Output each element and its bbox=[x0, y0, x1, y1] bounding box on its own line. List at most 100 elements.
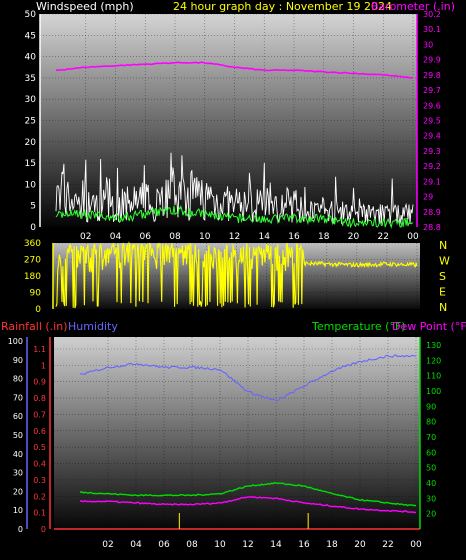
baro-y-tick-label: 29.1 bbox=[423, 177, 441, 186]
barometer-title: Barometer (.in) bbox=[371, 0, 455, 13]
x-tick-label: 14 bbox=[259, 232, 271, 242]
compass-letter: N bbox=[439, 301, 447, 314]
graph-date-title: 24 hour graph day : November 19 2024 bbox=[173, 0, 392, 13]
x-tick-label: 04 bbox=[110, 232, 122, 242]
x-tick-label: 10 bbox=[214, 540, 226, 550]
dir-y-tick-label: 270 bbox=[24, 256, 41, 266]
dir-y-tick-label: 90 bbox=[30, 289, 42, 299]
x-tick-label: 18 bbox=[326, 540, 338, 550]
baro-y-tick-label: 29.6 bbox=[423, 101, 441, 110]
x-tick-label: 00 bbox=[407, 232, 419, 242]
dir-y-tick-label: 0 bbox=[35, 305, 41, 315]
weather-graph-canvas: Windspeed (mph) 24 hour graph day : Nove… bbox=[0, 0, 466, 555]
wind-y-tick-label: 5 bbox=[30, 202, 36, 212]
x-tick-label: 14 bbox=[270, 540, 282, 550]
wind-y-tick-label: 15 bbox=[25, 159, 36, 169]
x-tick-label: 22 bbox=[382, 540, 393, 550]
temp-y-tick-label: 50 bbox=[426, 464, 436, 473]
temp-y-tick-label: 70 bbox=[426, 433, 436, 442]
rain-y-tick-label: 0.4 bbox=[33, 460, 46, 469]
x-tick-label: 04 bbox=[130, 540, 142, 550]
compass-letter: W bbox=[439, 255, 450, 268]
wind-y-tick-label: 45 bbox=[25, 31, 36, 41]
baro-y-tick-label: 29 bbox=[423, 193, 433, 202]
compass-letter: E bbox=[439, 286, 446, 299]
humidity-y-tick-label: 80 bbox=[13, 375, 23, 384]
humidity-y-tick-label: 20 bbox=[13, 487, 23, 496]
temp-y-tick-label: 130 bbox=[426, 341, 441, 350]
baro-y-tick-label: 29.9 bbox=[423, 56, 441, 65]
temp-y-tick-label: 20 bbox=[426, 510, 436, 519]
x-tick-label: 16 bbox=[288, 232, 300, 242]
humidity-y-tick-label: 10 bbox=[13, 506, 23, 515]
baro-y-tick-label: 30.2 bbox=[423, 10, 441, 19]
rain-y-tick-label: 0.3 bbox=[33, 476, 46, 485]
compass-letter: N bbox=[439, 239, 447, 252]
temp-y-tick-label: 110 bbox=[426, 372, 441, 381]
compass-labels: NWSEN bbox=[439, 239, 450, 314]
weather-graph-svg: Windspeed (mph) 24 hour graph day : Nove… bbox=[1, 0, 466, 550]
wind-y-tick-label: 10 bbox=[25, 180, 37, 190]
wind-y-tick-label: 0 bbox=[30, 223, 36, 233]
baro-y-tick-label: 29.7 bbox=[423, 86, 441, 95]
wind-y-tick-label: 30 bbox=[25, 95, 37, 105]
baro-y-tick-label: 29.8 bbox=[423, 71, 441, 80]
temp-y-tick-label: 100 bbox=[426, 387, 441, 396]
baro-y-tick-label: 30.1 bbox=[423, 25, 441, 34]
rain-y-tick-label: 1.1 bbox=[33, 345, 46, 354]
humidity-y-tick-label: 50 bbox=[13, 431, 23, 440]
x-tick-label: 16 bbox=[298, 540, 310, 550]
temp-y-tick-label: 40 bbox=[426, 479, 436, 488]
baro-y-tick-label: 29.2 bbox=[423, 162, 441, 171]
x-tick-label: 02 bbox=[102, 540, 113, 550]
humidity-y-tick-label: 60 bbox=[13, 412, 23, 421]
x-tick-label: 20 bbox=[348, 232, 360, 242]
wind-y-tick-label: 25 bbox=[25, 117, 36, 127]
baro-y-tick-label: 30 bbox=[423, 40, 433, 49]
x-tick-label: 06 bbox=[140, 232, 152, 242]
rain-y-tick-label: 0.1 bbox=[33, 509, 46, 518]
wind-y-tick-label: 50 bbox=[25, 10, 37, 20]
wind-title: Windspeed (mph) bbox=[36, 0, 134, 13]
temp-y-tick-label: 120 bbox=[426, 356, 441, 365]
dir-y-tick-label: 180 bbox=[24, 272, 41, 282]
rain-y-tick-label: 0.9 bbox=[33, 378, 46, 387]
humidity-y-tick-label: 30 bbox=[13, 469, 23, 478]
rain-y-tick-label: 0.5 bbox=[33, 443, 46, 452]
dewpoint-label: Dew Point (°F) bbox=[392, 320, 466, 333]
temp-y-tick-label: 80 bbox=[426, 418, 436, 427]
humidity-y-tick-label: 0 bbox=[18, 525, 23, 534]
temp-y-tick-label: 90 bbox=[426, 402, 436, 411]
rain-y-tick-label: 0.8 bbox=[33, 394, 46, 403]
baro-y-tick-label: 29.4 bbox=[423, 132, 441, 141]
rain-y-tick-label: 1 bbox=[41, 361, 46, 370]
rain-y-tick-label: 0.2 bbox=[33, 492, 46, 501]
x-tick-label: 00 bbox=[410, 540, 422, 550]
rain-y-tick-label: 0.6 bbox=[33, 427, 46, 436]
humidity-y-tick-label: 100 bbox=[8, 337, 23, 346]
baro-y-tick-label: 28.8 bbox=[423, 223, 441, 232]
baro-y-tick-label: 29.3 bbox=[423, 147, 441, 156]
baro-y-tick-label: 29.5 bbox=[423, 117, 441, 126]
compass-letter: S bbox=[439, 270, 446, 283]
x-tick-label: 12 bbox=[229, 232, 240, 242]
wind-y-tick-label: 35 bbox=[25, 74, 36, 84]
x-tick-label: 20 bbox=[354, 540, 366, 550]
wind-y-tick-label: 20 bbox=[25, 138, 37, 148]
x-tick-label: 08 bbox=[169, 232, 181, 242]
wind-baro-plot-area bbox=[40, 14, 417, 227]
rainfall-label: Rainfall (.in) bbox=[1, 320, 68, 333]
x-tick-label: 12 bbox=[242, 540, 253, 550]
x-tick-label: 08 bbox=[186, 540, 198, 550]
rain-y-tick-label: 0.7 bbox=[33, 410, 46, 419]
wind-y-tick-label: 40 bbox=[25, 53, 37, 63]
dir-y-tick-label: 360 bbox=[24, 239, 41, 249]
x-tick-label: 06 bbox=[158, 540, 170, 550]
x-tick-label: 18 bbox=[318, 232, 330, 242]
rain-y-tick-label: 0 bbox=[41, 525, 46, 534]
temp-y-tick-label: 60 bbox=[426, 448, 436, 457]
x-tick-label: 02 bbox=[80, 232, 91, 242]
x-tick-label: 22 bbox=[378, 232, 389, 242]
humidity-y-tick-label: 40 bbox=[13, 450, 23, 459]
baro-y-tick-label: 28.9 bbox=[423, 208, 441, 217]
